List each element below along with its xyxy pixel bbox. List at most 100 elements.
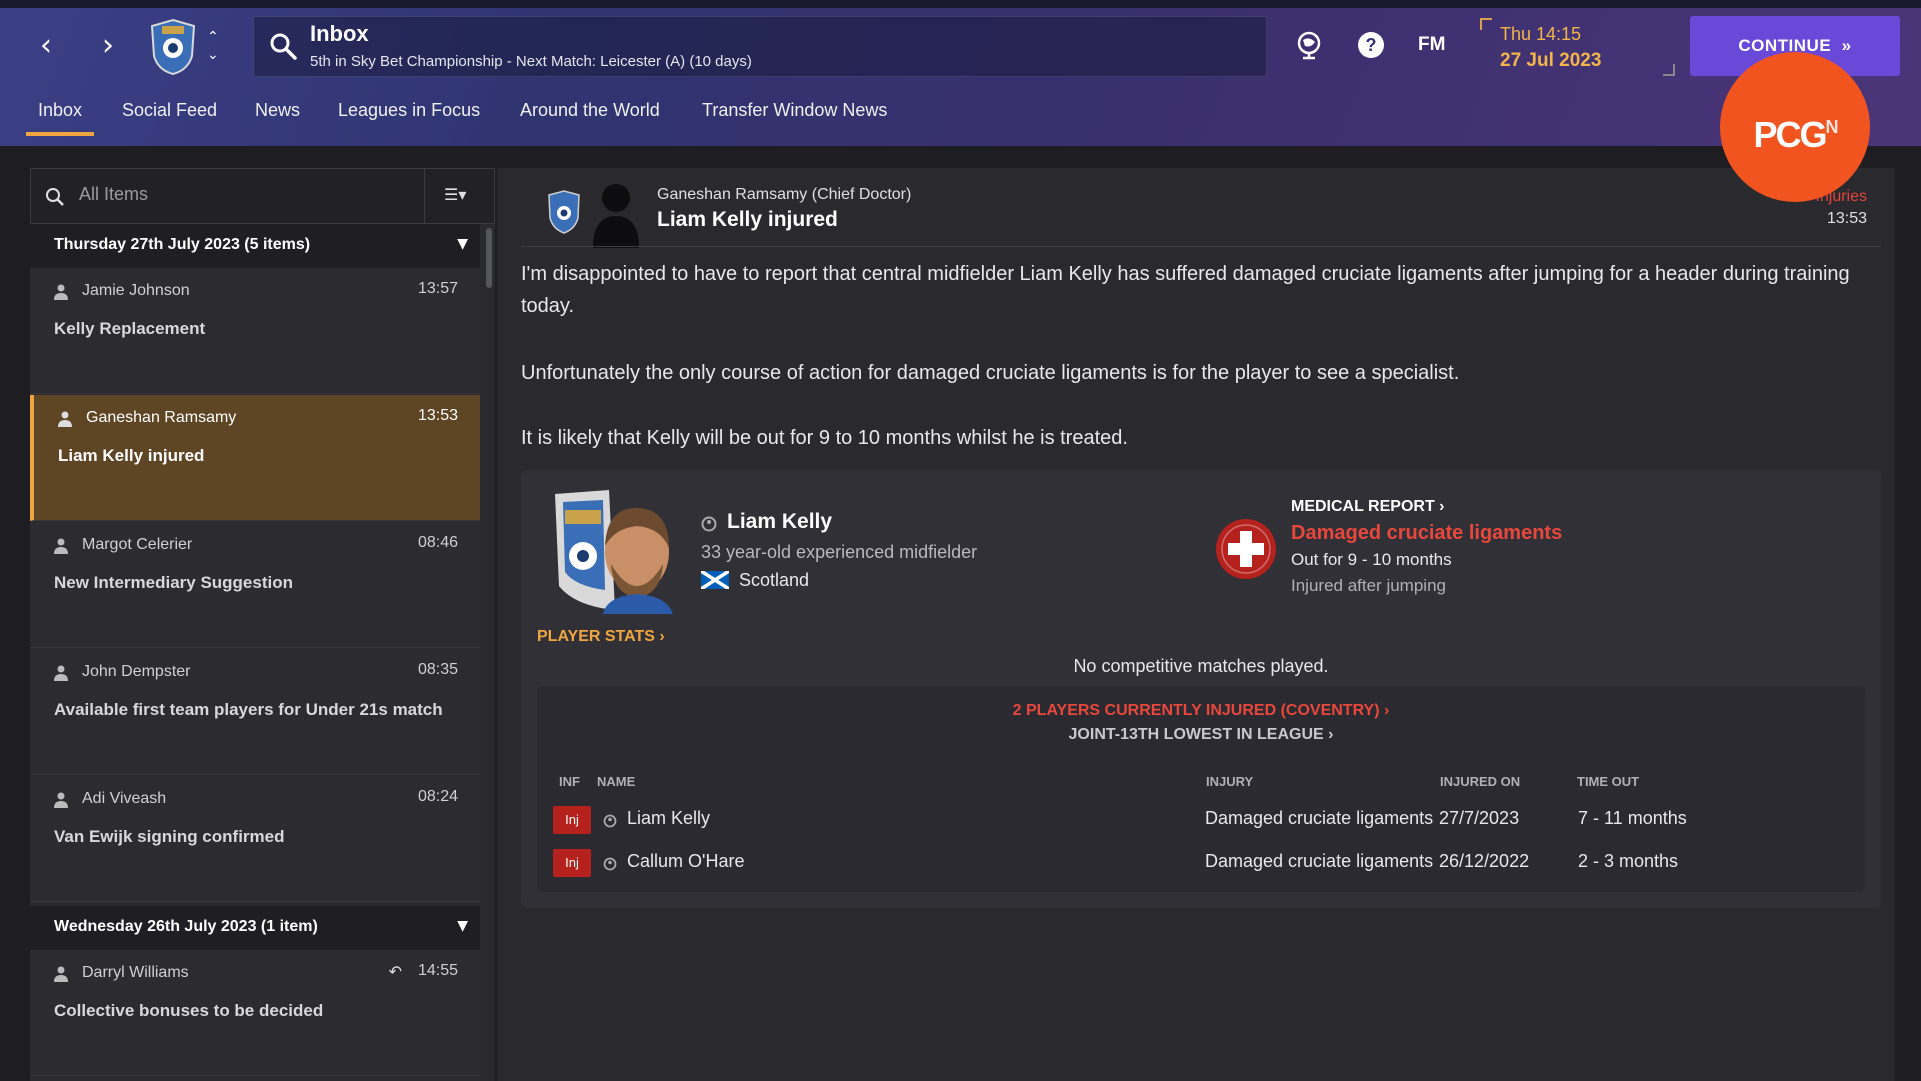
back-arrow-icon[interactable]: ‹ xyxy=(30,30,62,62)
message-subject: Available first team players for Under 2… xyxy=(54,700,443,719)
player-name[interactable]: Liam Kelly xyxy=(727,510,832,534)
injury-cell: Damaged cruciate ligaments xyxy=(1205,808,1434,828)
club-crest-icon[interactable] xyxy=(148,18,198,76)
message-subject: Van Ewijk signing confirmed xyxy=(54,827,285,846)
search-icon xyxy=(46,188,64,206)
sender-name: Jamie Johnson xyxy=(82,282,190,299)
injury-cell: Damaged cruciate ligaments xyxy=(1205,851,1434,871)
message-sender[interactable]: Ganeshan Ramsamy (Chief Doctor) xyxy=(657,186,911,204)
inbox-list: All Items ☰▾ Thursday 27th July 2023 (5 … xyxy=(30,168,495,1081)
list-item-selected[interactable]: Ganeshan Ramsamy 13:53 Liam Kelly injure… xyxy=(30,395,480,521)
medical-cross-icon xyxy=(1216,519,1276,579)
column-header-inf[interactable]: INF xyxy=(559,774,580,789)
divider xyxy=(424,169,425,225)
message-subject: Kelly Replacement xyxy=(54,319,206,338)
list-item[interactable]: Adi Viveash 08:24 Van Ewijk signing conf… xyxy=(30,776,480,902)
message-time: 13:53 xyxy=(417,407,458,424)
injured-players-link[interactable]: 2 PLAYERS CURRENTLY INJURED (COVENTRY) › xyxy=(537,702,1865,720)
player-name-cell[interactable]: Liam Kelly xyxy=(627,808,710,829)
date-group-label: Thursday 27th July 2023 (5 items) xyxy=(54,236,311,253)
divider xyxy=(521,246,1881,247)
chevron-right-icon: › xyxy=(1379,702,1390,719)
league-rank-link[interactable]: JOINT-13TH LOWEST IN LEAGUE › xyxy=(537,726,1865,744)
tab-leagues-in-focus[interactable]: Leagues in Focus xyxy=(338,100,480,121)
help-icon[interactable]: ? xyxy=(1356,30,1386,60)
medical-report-label: MEDICAL REPORT xyxy=(1291,498,1435,515)
person-icon xyxy=(54,966,68,982)
globe-icon[interactable] xyxy=(1294,30,1324,60)
sender-name: Margot Celerier xyxy=(82,536,193,553)
injured-on-cell: 26/12/2022 xyxy=(1439,851,1530,871)
player-description: 33 year-old experienced midfielder xyxy=(701,542,978,562)
inbox-search-input[interactable]: All Items xyxy=(79,184,148,205)
person-icon xyxy=(54,665,68,681)
scotland-flag-icon xyxy=(701,571,729,589)
table-row[interactable]: Inj Callum O'Hare Damaged cruciate ligam… xyxy=(537,845,1865,885)
fm-menu-button[interactable]: FM xyxy=(1418,34,1445,56)
tab-transfer-window-news[interactable]: Transfer Window News xyxy=(702,100,887,121)
top-bar: ‹ › ⌃ ⌄ Inbox 5th in Sky Bet Championship… xyxy=(0,0,1921,146)
injury-card: Liam Kelly 33 year-old experienced midfi… xyxy=(521,470,1881,908)
tab-news[interactable]: News xyxy=(255,100,300,121)
column-header-name[interactable]: NAME xyxy=(597,774,635,789)
message-subject: Liam Kelly injured xyxy=(58,446,205,465)
double-chevron-icon: » xyxy=(1836,36,1852,55)
inbox-filter-bar[interactable]: All Items ☰▾ xyxy=(30,168,495,225)
injury-duration: Out for 9 - 10 months xyxy=(1291,550,1452,569)
message-time: 13:57 xyxy=(417,280,458,297)
column-header-injury[interactable]: INJURY xyxy=(1206,774,1253,789)
tab-social-feed[interactable]: Social Feed xyxy=(122,100,217,121)
svg-text:?: ? xyxy=(1366,35,1377,55)
filter-menu-icon[interactable]: ☰▾ xyxy=(444,185,466,204)
message-time: 08:46 xyxy=(417,534,458,551)
time-out-cell: 7 - 11 months xyxy=(1578,808,1687,828)
date-group-header[interactable]: Thursday 27th July 2023 (5 items) ▼ xyxy=(30,224,480,268)
game-time: Thu 14:15 xyxy=(1500,24,1582,44)
list-item[interactable]: Darryl Williams ↶ 14:55 Collective bonus… xyxy=(30,950,480,1076)
chevron-down-icon[interactable]: ▼ xyxy=(457,236,468,252)
medical-report-link[interactable]: MEDICAL REPORT › xyxy=(1291,498,1445,516)
sender-name: Ganeshan Ramsamy xyxy=(86,409,237,426)
injury-name: Damaged cruciate ligaments xyxy=(1291,522,1563,544)
column-header-injured-on[interactable]: INJURED ON xyxy=(1440,774,1520,789)
list-item[interactable]: Margot Celerier 08:46 New Intermediary S… xyxy=(30,522,480,648)
player-photo[interactable] xyxy=(545,490,675,614)
player-icon xyxy=(603,857,617,871)
message-subject: New Intermediary Suggestion xyxy=(54,573,293,592)
reply-icon: ↶ xyxy=(388,962,402,981)
player-nation[interactable]: Scotland xyxy=(739,570,809,591)
injured-on-cell: 27/7/2023 xyxy=(1439,808,1520,828)
tab-around-the-world[interactable]: Around the World xyxy=(520,100,660,121)
message-paragraph: Unfortunately the only course of action … xyxy=(521,362,1460,384)
chevron-down-icon[interactable]: ▼ xyxy=(457,918,468,934)
pcgn-watermark-logo: PCGN xyxy=(1720,52,1870,202)
search-icon[interactable] xyxy=(268,31,298,61)
date-group-header[interactable]: Wednesday 26th July 2023 (1 item) ▼ xyxy=(30,906,480,950)
tab-inbox[interactable]: Inbox xyxy=(25,100,95,136)
message-panel: Ganeshan Ramsamy (Chief Doctor) Liam Kel… xyxy=(497,168,1895,1081)
injured-players-label: 2 PLAYERS CURRENTLY INJURED (COVENTRY) xyxy=(1012,702,1380,719)
person-icon xyxy=(58,411,72,427)
inbox-scrollbar[interactable] xyxy=(486,228,492,288)
no-matches-text: No competitive matches played. xyxy=(1073,656,1329,676)
game-date: Thu 14:15 27 Jul 2023 xyxy=(1480,18,1675,76)
date-frame-corner xyxy=(1663,64,1675,76)
list-item[interactable]: John Dempster 08:35 Available first team… xyxy=(30,649,480,775)
date-group-label: Wednesday 26th July 2023 (1 item) xyxy=(54,918,318,935)
inbox-title-box[interactable]: Inbox 5th in Sky Bet Championship - Next… xyxy=(253,16,1267,77)
message-time: 08:24 xyxy=(417,788,458,805)
table-row[interactable]: Inj Liam Kelly Damaged cruciate ligament… xyxy=(537,802,1865,842)
game-date-text: 27 Jul 2023 xyxy=(1500,50,1602,71)
message-time: 08:35 xyxy=(417,661,458,678)
player-stats-link[interactable]: PLAYER STATS › xyxy=(537,628,665,646)
chevron-right-icon: › xyxy=(1434,498,1445,515)
time-out-cell: 2 - 3 months xyxy=(1578,851,1679,871)
message-paragraph: I'm disappointed to have to report that … xyxy=(521,263,1850,317)
player-name-cell[interactable]: Callum O'Hare xyxy=(627,851,744,872)
club-switch-icon[interactable]: ⌃ ⌄ xyxy=(207,28,219,64)
message-header: Ganeshan Ramsamy (Chief Doctor) Liam Kel… xyxy=(497,168,1895,248)
forward-arrow-icon[interactable]: › xyxy=(92,30,124,62)
column-header-time-out[interactable]: TIME OUT xyxy=(1577,774,1639,789)
person-icon xyxy=(54,792,68,808)
list-item[interactable]: Jamie Johnson 13:57 Kelly Replacement xyxy=(30,268,480,394)
